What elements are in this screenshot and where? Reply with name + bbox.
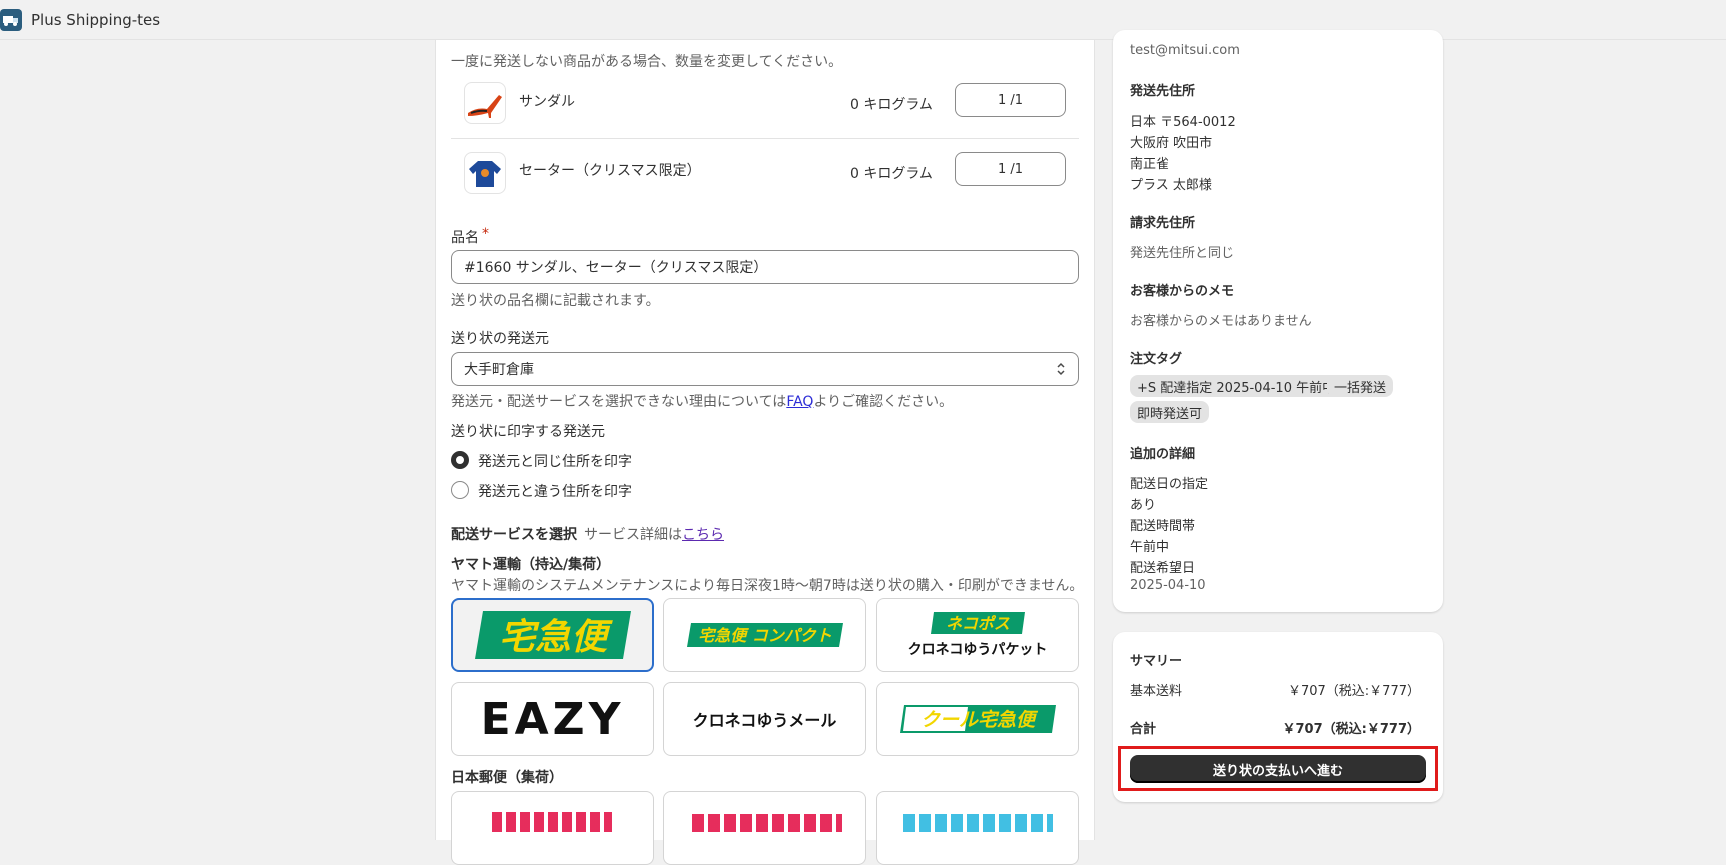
shipping-address-label: 発送先住所: [1130, 84, 1196, 99]
service-tile-yupack[interactable]: [451, 791, 654, 865]
base-fee-value: ￥707（税込:￥777）: [1287, 684, 1420, 699]
service-tile-yupacket[interactable]: [663, 791, 866, 865]
radio-different-address[interactable]: [451, 481, 469, 499]
cool-yupack-logo-icon: [903, 814, 1053, 832]
product-name-value: #1660 サンダル、セーター（クリスマス限定）: [464, 260, 768, 276]
service-tile-cool-takkyubin[interactable]: クール宅急便: [876, 682, 1079, 756]
kuroneko-yumail-logo: クロネコゆうメール: [692, 711, 837, 730]
yupacket-logo-icon: [692, 814, 842, 832]
customer-email: test@mitsui.com: [1130, 43, 1240, 58]
origin-select[interactable]: 大手町倉庫: [451, 352, 1079, 386]
detail-key: 配送希望日: [1130, 561, 1196, 576]
eazy-logo: EAZY: [480, 693, 625, 745]
takkyubin-logo-icon: 宅急便: [474, 611, 631, 659]
detail-value: 2025-04-10: [1130, 578, 1206, 593]
product-thumbnail-sweater: [464, 152, 506, 194]
item-quantity-input[interactable]: 1 /1: [955, 83, 1066, 117]
product-name-label: 品名: [451, 230, 479, 246]
summary-title: サマリー: [1130, 654, 1183, 669]
yupack-logo-icon: [492, 812, 612, 832]
origin-help-text: 発送元・配送サービスを選択できない理由については: [451, 394, 787, 410]
address-line: プラス 太郎様: [1130, 178, 1212, 193]
order-tag: 即時発送可: [1130, 401, 1210, 423]
service-label: 配送サービスを選択: [451, 527, 577, 543]
order-tag: +S 配達指定 2025-04-10 午前中: [1130, 375, 1343, 397]
required-mark: *: [482, 226, 489, 242]
order-tags-label: 注文タグ: [1130, 352, 1183, 367]
svg-text:宅急便 コンパクト: 宅急便 コンパクト: [698, 626, 832, 645]
address-line: 大阪府 吹田市: [1130, 136, 1213, 151]
svg-text:クール宅急便: クール宅急便: [920, 709, 1038, 731]
service-tile-cool-yupack[interactable]: [876, 791, 1079, 865]
yamato-title: ヤマト運輸（持込/集荷）: [451, 557, 611, 573]
sandal-icon: [468, 95, 502, 118]
cool-takkyubin-logo-icon: クール宅急便: [899, 705, 1056, 733]
service-tile-eazy[interactable]: EAZY: [451, 682, 654, 756]
product-name-input[interactable]: #1660 サンダル、セーター（クリスマス限定）: [451, 250, 1079, 284]
service-detail-link[interactable]: こちら: [682, 527, 724, 543]
item-quantity-input[interactable]: 1 /1: [955, 152, 1066, 186]
item-weight: 0 キログラム: [850, 166, 933, 182]
nekopos-sub-label: クロネコゆうパケット: [907, 642, 1048, 658]
items-instruction: 一度に発送しない商品がある場合、数量を変更してください。: [451, 54, 843, 70]
product-name-help: 送り状の品名欄に記載されます。: [451, 293, 660, 309]
total-label: 合計: [1130, 722, 1157, 737]
origin-help-text-after: よりご確認ください。: [813, 394, 954, 410]
origin-label: 送り状の発送元: [451, 331, 549, 347]
billing-address-label: 請求先住所: [1130, 216, 1196, 231]
app-title: Plus Shipping-tes: [31, 10, 161, 29]
app-truck-icon: [0, 8, 22, 31]
radio-same-address[interactable]: [451, 451, 469, 469]
faq-link[interactable]: FAQ: [786, 394, 813, 410]
svg-text:ネコポス: ネコポス: [946, 614, 1010, 633]
top-bar: Plus Shipping-tes: [0, 0, 1726, 40]
origin-selected-value: 大手町倉庫: [464, 362, 534, 378]
additional-details-label: 追加の詳細: [1130, 447, 1196, 462]
base-fee-label: 基本送料: [1130, 684, 1183, 699]
takkyubin-compact-logo-icon: 宅急便 コンパクト: [686, 623, 843, 647]
detail-value: あり: [1130, 498, 1157, 513]
service-tile-takkyubin[interactable]: 宅急便: [451, 598, 654, 672]
item-weight: 0 キログラム: [850, 97, 933, 113]
japanpost-title: 日本郵便（集荷）: [451, 770, 563, 786]
address-line: 日本 〒564-0012: [1130, 115, 1236, 130]
yamato-notice: ヤマト運輸のシステムメンテナンスにより毎日深夜1時〜朝7時は送り状の購入・印刷が…: [451, 578, 1084, 594]
billing-address-value: 発送先住所と同じ: [1130, 246, 1235, 261]
select-chevron-icon: [1056, 360, 1066, 382]
service-detail: サービス詳細はこちら: [584, 524, 724, 544]
radio-same-address-label: 発送元と同じ住所を印字: [478, 454, 632, 470]
total-value: ￥707（税込:￥777）: [1282, 722, 1420, 737]
print-origin-label: 送り状に印字する発送元: [451, 424, 605, 440]
product-thumbnail-sandal: [464, 82, 506, 124]
radio-different-address-label: 発送元と違う住所を印字: [478, 484, 632, 500]
detail-value: 午前中: [1130, 540, 1170, 555]
item-name: セーター（クリスマス限定）: [519, 163, 701, 179]
sweater-icon: [469, 161, 501, 187]
customer-memo-label: お客様からのメモ: [1130, 284, 1235, 299]
service-tile-nekopos[interactable]: ネコポス クロネコゆうパケット: [876, 598, 1079, 672]
service-tile-takkyubin-compact[interactable]: 宅急便 コンパクト: [663, 598, 866, 672]
address-line: 南正雀: [1130, 157, 1170, 172]
nekopos-logo-icon: ネコポス: [930, 612, 1025, 634]
order-tag: 一括発送: [1327, 375, 1394, 397]
item-name: サンダル: [519, 94, 575, 110]
service-detail-prefix: サービス詳細は: [584, 527, 682, 543]
detail-key: 配送日の指定: [1130, 477, 1209, 492]
svg-text:宅急便: 宅急便: [498, 617, 612, 658]
item-divider: [451, 138, 1079, 139]
highlight-box: [1118, 746, 1438, 791]
service-tile-kuroneko-yumail[interactable]: クロネコゆうメール: [663, 682, 866, 756]
detail-key: 配送時間帯: [1130, 519, 1196, 534]
origin-help: 発送元・配送サービスを選択できない理由についてはFAQよりご確認ください。: [451, 391, 953, 411]
customer-memo-value: お客様からのメモはありません: [1130, 314, 1312, 329]
